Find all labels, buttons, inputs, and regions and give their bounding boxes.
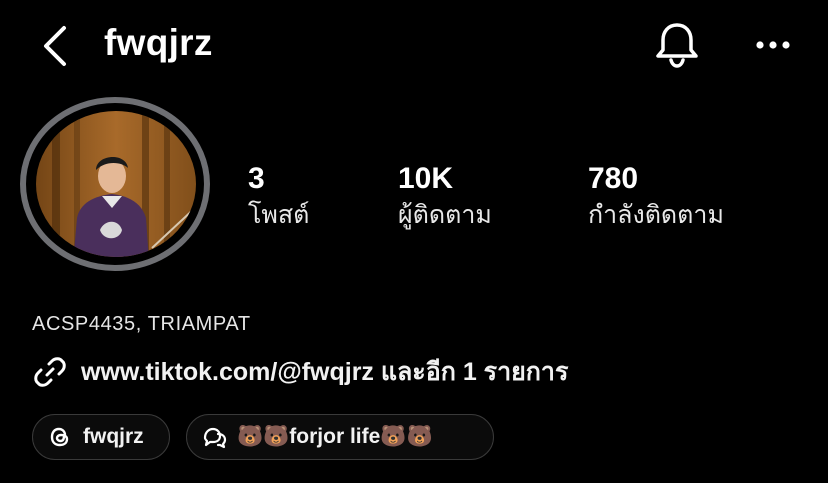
bio-link[interactable]: www.tiktok.com/@fwqjrz และอีก 1 รายการ — [32, 354, 568, 390]
threads-icon — [50, 427, 69, 447]
profile-username: fwqjrz — [104, 22, 213, 63]
more-horizontal-icon — [756, 41, 790, 49]
bell-icon — [656, 23, 698, 68]
avatar[interactable] — [22, 98, 210, 274]
link-icon — [34, 357, 66, 387]
posts-label: โพสต์ — [248, 201, 310, 229]
more-options-button[interactable] — [748, 30, 798, 60]
chevron-left-icon — [44, 26, 66, 66]
posts-value: 3 — [248, 162, 265, 195]
followers-label: ผู้ติดตาม — [398, 201, 492, 229]
note-chip-label: 🐻🐻forjor life🐻🐻 — [237, 425, 433, 448]
bio-link-text: www.tiktok.com/@fwqjrz และอีก 1 รายการ — [81, 358, 569, 386]
back-button[interactable] — [36, 24, 76, 68]
threads-chip[interactable]: fwqjrz — [32, 414, 170, 460]
bio-category: ACSP4435, TRIAMPAT — [32, 313, 251, 335]
notifications-button[interactable] — [652, 20, 702, 70]
note-chip[interactable]: 🐻🐻forjor life🐻🐻 — [186, 414, 494, 460]
following-count[interactable]: 780 กำลังติดตาม — [588, 162, 724, 232]
followers-count[interactable]: 10K ผู้ติดตาม — [398, 162, 492, 232]
following-value: 780 — [588, 162, 639, 195]
posts-count[interactable]: 3 โพสต์ — [248, 162, 309, 232]
top-bar: fwqjrz — [0, 0, 828, 90]
followers-value: 10K — [398, 162, 454, 195]
note-bubble-icon — [203, 427, 227, 449]
threads-chip-label: fwqjrz — [83, 425, 144, 448]
following-label: กำลังติดตาม — [588, 201, 724, 229]
